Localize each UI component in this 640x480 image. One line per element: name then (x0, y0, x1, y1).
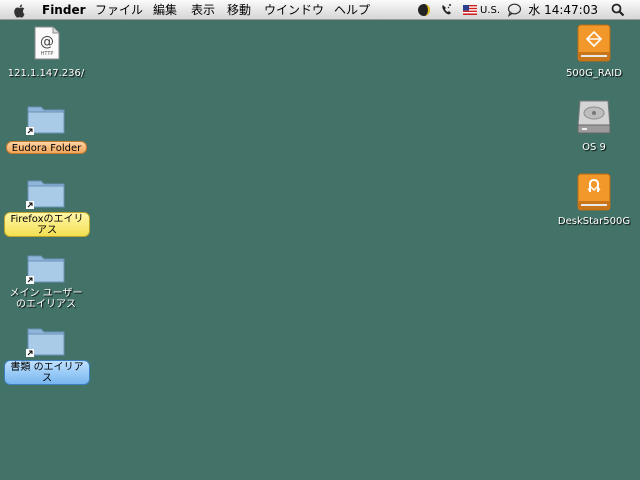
us-flag-icon[interactable] (463, 5, 477, 15)
view-menu[interactable]: 表示 (191, 2, 215, 18)
desktop-icon-label: DeskStar500G (557, 216, 631, 227)
help-menu[interactable]: ヘルプ (334, 2, 370, 18)
desktop-icon-label: 500G_RAID (566, 68, 622, 79)
label-line-2: のエイリアス (16, 299, 76, 310)
moon-icon[interactable] (417, 3, 431, 17)
menubar-clock[interactable]: 水 14:47:03 (528, 2, 598, 18)
alias-arrow-icon (26, 201, 34, 209)
phone-icon[interactable] (440, 3, 454, 17)
alias-arrow-icon (26, 349, 34, 357)
alias-arrow-icon (26, 127, 34, 135)
desktop-icon-label: 121.1.147.236/ (7, 68, 85, 79)
edit-menu[interactable]: 編集 (153, 2, 177, 18)
go-menu[interactable]: 移動 (227, 2, 251, 18)
http-location-icon[interactable]: @ HTTP (33, 26, 61, 60)
svg-text:@: @ (40, 34, 54, 50)
firewire-drive-icon[interactable] (577, 173, 611, 211)
spotlight-search-icon[interactable] (611, 3, 625, 17)
file-menu[interactable]: ファイル (95, 2, 143, 18)
desktop-icon-label: メイン ユーザー のエイリアス (0, 288, 92, 310)
input-locale[interactable]: U.S. (480, 3, 500, 19)
label-line-2: ス (42, 373, 52, 384)
desktop-icon-label: 書類 のエイリア ス (4, 360, 90, 385)
desktop-icon-label: OS 9 (582, 142, 606, 153)
desktop-icon-label: Firefoxのエイリ アス (4, 212, 90, 237)
alias-arrow-icon (26, 276, 34, 284)
window-menu[interactable]: ウインドウ (264, 2, 324, 18)
label-line-1: 書類 のエイリア (10, 362, 84, 373)
apple-menu-icon[interactable] (12, 3, 28, 18)
menu-bar: Finder ファイル 編集 表示 移動 ウインドウ ヘルプ U.S. 水 14… (0, 0, 640, 20)
label-line-1: Firefoxのエイリ (10, 214, 84, 225)
firewire-drive-icon[interactable] (577, 24, 611, 62)
desktop-icon-label: Eudora Folder (6, 141, 87, 154)
label-line-1: メイン ユーザー (9, 288, 83, 299)
svg-text:HTTP: HTTP (41, 51, 54, 57)
finder-menu[interactable]: Finder (42, 2, 86, 18)
ichat-bubble-icon[interactable] (507, 3, 522, 17)
label-line-2: アス (37, 225, 57, 236)
hard-drive-icon[interactable] (576, 99, 612, 135)
